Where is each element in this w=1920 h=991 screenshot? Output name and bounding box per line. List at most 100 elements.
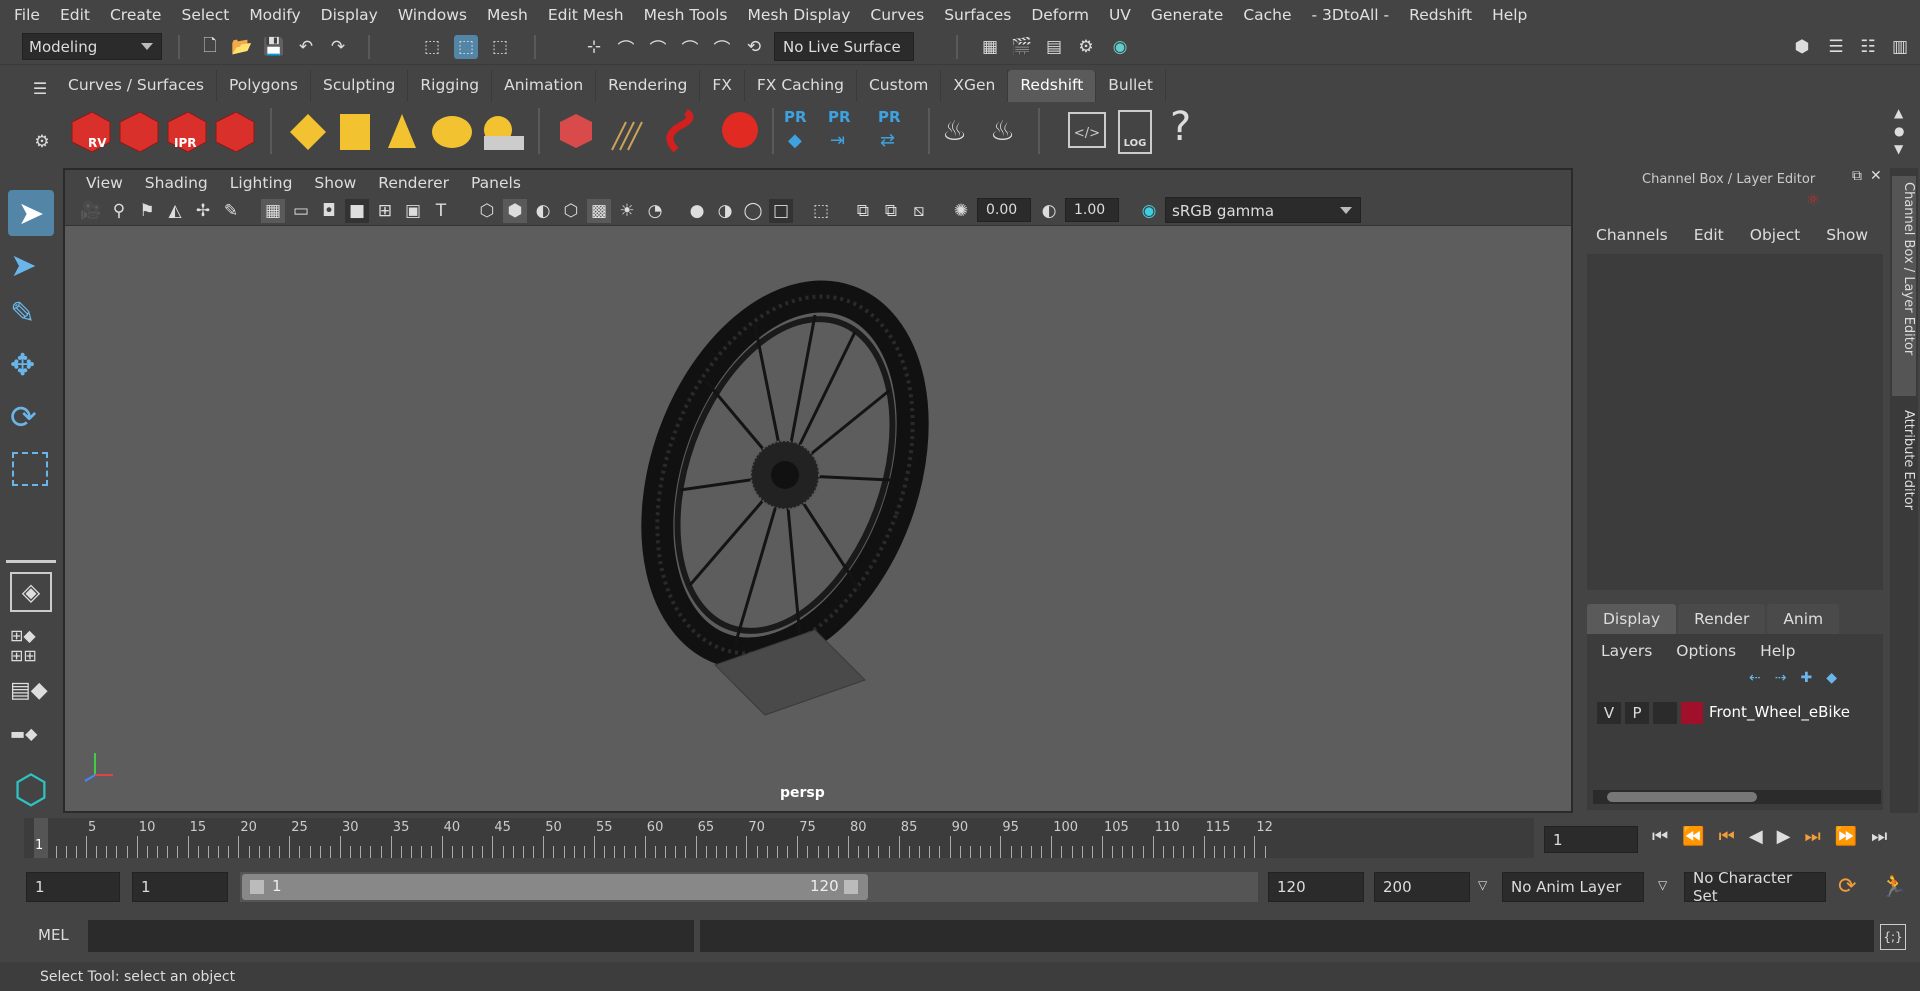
viewport-menu-item[interactable]: Show — [303, 174, 367, 192]
start-time-field[interactable]: 1 — [26, 872, 120, 902]
menu-item[interactable]: Generate — [1141, 6, 1233, 24]
channel-box-menu-item[interactable]: Edit — [1694, 226, 1724, 244]
viewport-menu-item[interactable]: Panels — [460, 174, 532, 192]
snap-curve-icon[interactable]: ⌒ — [614, 35, 638, 60]
layer-playback-toggle[interactable]: P — [1625, 702, 1649, 724]
channel-box-menu-item[interactable]: Channels — [1596, 226, 1668, 244]
range-start-handle[interactable] — [250, 880, 264, 894]
safe-action-icon[interactable]: ▣ — [401, 199, 425, 223]
character-set-field[interactable]: No Character Set — [1684, 869, 1826, 905]
shelf-scroll-up-icon[interactable]: ▲ — [1894, 106, 1903, 120]
layer-editor-tab[interactable]: Render — [1678, 604, 1766, 634]
channel-box-side-tab[interactable]: Channel Box / Layer Editor — [1892, 176, 1916, 396]
attribute-editor-icon[interactable]: ☰ — [1824, 35, 1848, 59]
image-plane-icon[interactable]: ◭ — [163, 199, 187, 223]
grid-toggle-icon[interactable]: ▦ — [261, 199, 285, 223]
close-icon[interactable]: ✕ — [1870, 168, 1882, 184]
log-icon[interactable]: LOG — [1118, 110, 1152, 154]
layer-display-type-toggle[interactable] — [1653, 702, 1677, 724]
menu-item[interactable]: Select — [171, 6, 239, 24]
ipr-render-icon[interactable]: ▤ — [1042, 35, 1066, 59]
colorspace-dropdown[interactable]: sRGB gamma — [1165, 197, 1361, 223]
workspace-dropdown[interactable]: Modeling — [22, 33, 162, 60]
bookmark-icon[interactable]: ⚑ — [135, 199, 159, 223]
command-input[interactable] — [88, 920, 694, 952]
bake-options-icon[interactable]: ♨ — [990, 114, 1015, 147]
menu-item[interactable]: Mesh — [477, 6, 538, 24]
single-perspective-layout-icon[interactable]: ◈ — [10, 572, 52, 612]
shelf-tab[interactable]: Polygons — [217, 70, 311, 102]
range-slider-handle[interactable]: 1 120 — [242, 874, 868, 900]
scale-tool-icon[interactable] — [12, 452, 48, 486]
camera-attributes-icon[interactable]: ⚲ — [107, 199, 131, 223]
shelf-tab[interactable]: Custom — [856, 70, 942, 102]
gamma-field[interactable]: 1.00 — [1065, 198, 1119, 222]
menu-item[interactable]: Windows — [388, 6, 477, 24]
menu-item[interactable]: Edit — [50, 6, 100, 24]
shelf-tab[interactable]: Rigging — [408, 70, 493, 102]
play-forward-icon[interactable]: ▶ — [1777, 826, 1791, 847]
shelf-tab[interactable]: FX — [700, 70, 745, 102]
shelf-tab[interactable]: Redshift — [1008, 70, 1097, 102]
anti-aliasing-icon[interactable]: ◯ — [741, 199, 765, 223]
script-editor-icon[interactable]: </> — [1068, 112, 1106, 148]
viewport-menu-item[interactable]: Renderer — [367, 174, 460, 192]
rotate-tool-icon[interactable]: ⟳ — [10, 398, 37, 436]
shelf-scroll-down-icon[interactable]: ▼ — [1894, 142, 1903, 156]
menu-item[interactable]: UV — [1099, 6, 1141, 24]
gate-mask-icon[interactable]: ■ — [345, 199, 369, 223]
screen-space-ao-icon[interactable]: ● — [685, 199, 709, 223]
axis-icon[interactable]: ⚛ — [1806, 190, 1820, 209]
chevron-down-icon[interactable]: ▽ — [1658, 878, 1667, 892]
pr-label-2[interactable]: PR — [828, 108, 851, 126]
shelf-tab[interactable]: FX Caching — [744, 70, 857, 102]
move-tool-icon[interactable]: ✥ — [10, 348, 35, 383]
lasso-tool-icon[interactable]: ➤ — [10, 246, 37, 284]
camera-icon[interactable]: 🎥 — [79, 199, 103, 223]
attribute-editor-side-tab[interactable]: Attribute Editor — [1892, 404, 1916, 524]
auto-key-icon[interactable]: ⟳ — [1838, 874, 1856, 899]
four-view-layout-icon[interactable]: ⊞◆ — [10, 626, 36, 645]
grease-pencil-icon[interactable]: ✎ — [219, 199, 243, 223]
menu-item[interactable]: Edit Mesh — [538, 6, 634, 24]
pr-label-3[interactable]: PR — [878, 108, 901, 126]
film-gate-icon[interactable]: ▭ — [289, 199, 313, 223]
snap-surface-icon[interactable]: ⌒ — [710, 35, 734, 60]
hypershade-icon[interactable]: ◉ — [1108, 35, 1132, 59]
xray-components-icon[interactable]: ⧅ — [907, 199, 931, 223]
select-hierarchy-icon[interactable]: ⬚ — [420, 35, 444, 59]
xray-icon[interactable]: ⧉ — [851, 199, 875, 223]
shelf-tab[interactable]: XGen — [941, 70, 1009, 102]
depth-of-field-icon[interactable]: □ — [769, 199, 793, 223]
open-scene-icon[interactable]: 📂 — [230, 35, 254, 59]
outliner-layout-icon[interactable]: ▤◆ — [10, 678, 48, 703]
time-slider[interactable]: 1 5 10 15 20 25 30 35 40 45 50 55 60 65 70 75 80 85 90 95 1… — [24, 818, 1534, 858]
viewport-panel[interactable] — [63, 168, 1573, 813]
exposure-field[interactable]: 0.00 — [977, 198, 1031, 222]
layer-visibility-toggle[interactable]: V — [1597, 702, 1621, 724]
shelf-tab[interactable]: Bullet — [1096, 70, 1166, 102]
menu-item[interactable]: Cache — [1233, 6, 1301, 24]
menu-item[interactable]: Redshift — [1399, 6, 1482, 24]
snap-point-icon[interactable]: ⌒ — [646, 35, 670, 60]
menu-item[interactable]: Modify — [239, 6, 310, 24]
menu-item[interactable]: File — [4, 6, 50, 24]
tool-settings-icon[interactable]: ☷ — [1856, 35, 1880, 59]
exposure-icon[interactable]: ✺ — [949, 199, 973, 223]
go-to-end-icon[interactable]: ⏭ — [1871, 826, 1887, 847]
menu-item[interactable]: Deform — [1021, 6, 1099, 24]
step-forward-key-icon[interactable]: ⏭ — [1805, 826, 1821, 847]
go-to-start-icon[interactable]: ⏮ — [1652, 826, 1668, 847]
wheel-model[interactable] — [585, 270, 985, 720]
animation-preferences-icon[interactable]: 🏃 — [1880, 874, 1907, 899]
float-panel-icon[interactable]: ⧉ — [1852, 168, 1862, 184]
default-material-icon[interactable]: ◐ — [531, 199, 555, 223]
wireframe-on-shaded-icon[interactable]: ⬡ — [559, 199, 583, 223]
redshift-object-icons[interactable] — [550, 106, 780, 158]
playback-start-field[interactable]: 1 — [132, 872, 228, 902]
smooth-shade-icon[interactable]: ⬢ — [503, 199, 527, 223]
resolution-gate-icon[interactable]: ◘ — [317, 199, 341, 223]
current-frame-field[interactable]: 1 — [1544, 826, 1638, 853]
undo-icon[interactable]: ↶ — [294, 35, 318, 59]
render-settings-icon[interactable]: ⚙ — [1074, 35, 1098, 59]
